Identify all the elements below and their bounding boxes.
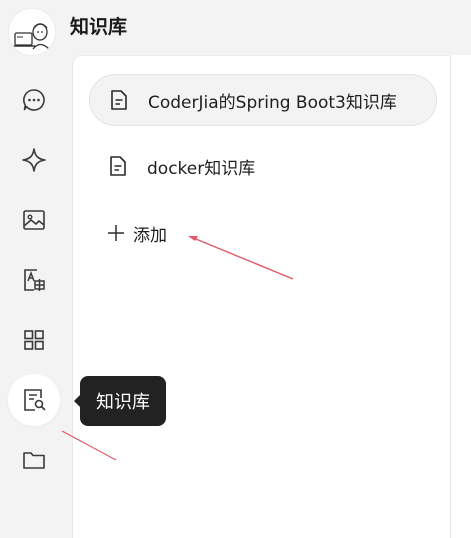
add-knowledge-base-button[interactable]: 添加 [107, 218, 167, 248]
sidebar-item-assistant[interactable] [8, 134, 60, 186]
sidebar-rail [0, 70, 70, 538]
sidebar-tooltip: 知识库 [74, 376, 166, 426]
header: 知识库 [0, 0, 471, 56]
knowledge-base-name: docker知识库 [147, 158, 256, 179]
knowledge-base-panel: CoderJia的Spring Boot3知识库 docker知识库 添加 [72, 55, 450, 538]
folder-icon [23, 452, 45, 469]
sidebar-item-apps[interactable] [8, 314, 60, 366]
chat-icon [23, 89, 45, 111]
content-area-edge [450, 55, 471, 538]
document-icon [110, 156, 126, 176]
knowledge-base-name: CoderJia的Spring Boot3知识库 [148, 92, 397, 113]
sidebar-item-translate[interactable] [8, 254, 60, 306]
avatar[interactable] [8, 8, 56, 56]
image-icon [23, 210, 45, 230]
sidebar-item-knowledge[interactable] [8, 374, 60, 426]
translate-icon [24, 269, 45, 291]
add-label: 添加 [133, 225, 167, 246]
knowledge-search-icon [24, 389, 46, 411]
app-window: 知识库 CoderJia的Spring Boot3知识库 docker知识库 添… [0, 0, 471, 538]
plus-icon [108, 225, 124, 241]
sidebar-item-images[interactable] [8, 194, 60, 246]
avatar-illustration-icon [9, 9, 55, 55]
document-icon [111, 90, 127, 110]
knowledge-base-item[interactable]: docker知识库 [89, 140, 437, 192]
sparkle-icon [22, 148, 46, 172]
sidebar-item-files[interactable] [8, 434, 60, 486]
sidebar-item-chat[interactable] [8, 74, 60, 126]
page-title: 知识库 [70, 16, 128, 38]
knowledge-base-item-selected[interactable]: CoderJia的Spring Boot3知识库 [89, 74, 437, 126]
apps-grid-icon [24, 330, 44, 350]
